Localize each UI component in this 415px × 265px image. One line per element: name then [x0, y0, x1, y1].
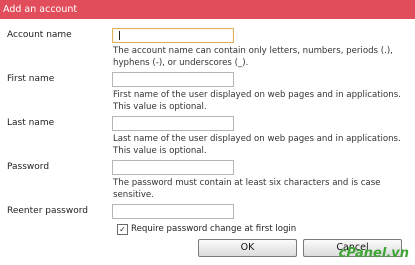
account-name-label: Account name	[7, 30, 72, 40]
first-name-input[interactable]	[112, 72, 234, 87]
dialog-title: Add an account	[3, 4, 78, 15]
reenter-password-label: Reenter password	[7, 206, 88, 216]
last-name-input[interactable]	[112, 116, 234, 131]
text-caret	[119, 31, 120, 40]
password-help: The password must contain at least six c…	[113, 178, 381, 200]
watermark-logo: cPanel.vn	[338, 246, 409, 261]
reenter-password-input[interactable]	[112, 204, 234, 219]
password-label: Password	[7, 162, 50, 172]
first-name-help: First name of the user displayed on web …	[113, 90, 401, 112]
account-name-help: The account name can contain only letter…	[113, 46, 393, 68]
ok-button[interactable]: OK	[198, 239, 297, 257]
password-input[interactable]	[112, 160, 234, 175]
account-name-input[interactable]	[112, 28, 234, 43]
last-name-label: Last name	[7, 118, 55, 128]
require-change-checkbox[interactable]: ✓	[117, 224, 128, 235]
last-name-help: Last name of the user displayed on web p…	[113, 134, 401, 156]
dialog-title-bar: Add an account	[0, 0, 415, 19]
require-change-label: Require password change at first login	[131, 224, 297, 234]
first-name-label: First name	[7, 74, 55, 84]
